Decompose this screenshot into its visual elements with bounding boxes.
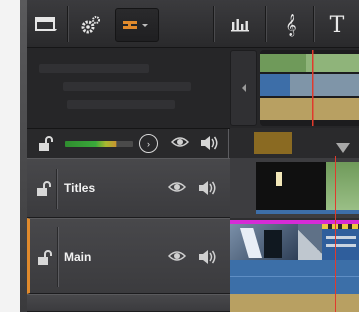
mixer-icon[interactable] <box>223 8 259 42</box>
speaker-icon[interactable] <box>197 249 217 268</box>
lock-icon[interactable] <box>36 250 52 266</box>
track-header-titles[interactable]: Titles <box>27 158 230 218</box>
main-lane <box>230 218 359 294</box>
lock-icon[interactable] <box>37 136 53 152</box>
next-lane-clip[interactable] <box>230 294 359 312</box>
layout-icon[interactable] <box>29 8 65 42</box>
speaker-icon[interactable] <box>197 180 217 199</box>
placeholder-bar <box>39 64 149 73</box>
editor-panel: 𝄞 T › Titles Main <box>27 0 359 312</box>
timeline-ruler[interactable] <box>230 128 359 158</box>
speaker-icon[interactable] <box>199 135 219 154</box>
settings-icon[interactable] <box>73 8 109 42</box>
video-clip[interactable] <box>322 224 359 260</box>
toolbar-separator <box>213 6 214 42</box>
transition-clip[interactable] <box>298 224 322 260</box>
music-clef-icon[interactable]: 𝄞 <box>273 8 309 42</box>
track-name: Main <box>64 250 92 264</box>
track-header-next[interactable] <box>27 294 230 312</box>
toolbar-separator <box>265 6 266 42</box>
timeline-overview[interactable] <box>260 50 359 126</box>
timeline-area[interactable] <box>230 128 359 312</box>
playhead-handle-icon[interactable] <box>335 142 351 154</box>
audio-waveform-clip[interactable] <box>230 260 359 294</box>
play-icon[interactable]: › <box>139 134 158 153</box>
navigator-area <box>27 48 359 128</box>
track-name: Titles <box>64 181 96 195</box>
volume-meter <box>65 141 133 147</box>
eye-icon[interactable] <box>167 249 187 266</box>
eye-icon[interactable] <box>167 180 187 197</box>
title-clip[interactable] <box>256 162 359 214</box>
playhead-line <box>335 156 336 312</box>
chevron-left-icon <box>241 84 246 92</box>
title-icon[interactable]: T <box>319 8 355 42</box>
video-clip-thumbnail[interactable] <box>230 224 298 260</box>
placeholder-bar <box>63 82 191 91</box>
divider <box>56 169 57 209</box>
titles-lane <box>230 158 359 218</box>
track-header-main[interactable]: Main <box>27 218 230 294</box>
track-view-icon[interactable] <box>115 8 159 42</box>
collapse-left-button[interactable] <box>230 50 257 126</box>
divider <box>57 227 58 287</box>
toolbar: 𝄞 T <box>27 0 359 48</box>
toolbar-separator <box>67 6 68 42</box>
lock-icon[interactable] <box>35 181 51 197</box>
eye-icon[interactable] <box>170 135 190 152</box>
window-edge <box>20 0 27 312</box>
toolbar-separator <box>313 6 314 42</box>
ruler-marker-clip <box>254 132 292 154</box>
placeholder-bar <box>67 100 175 109</box>
divider <box>227 129 228 159</box>
